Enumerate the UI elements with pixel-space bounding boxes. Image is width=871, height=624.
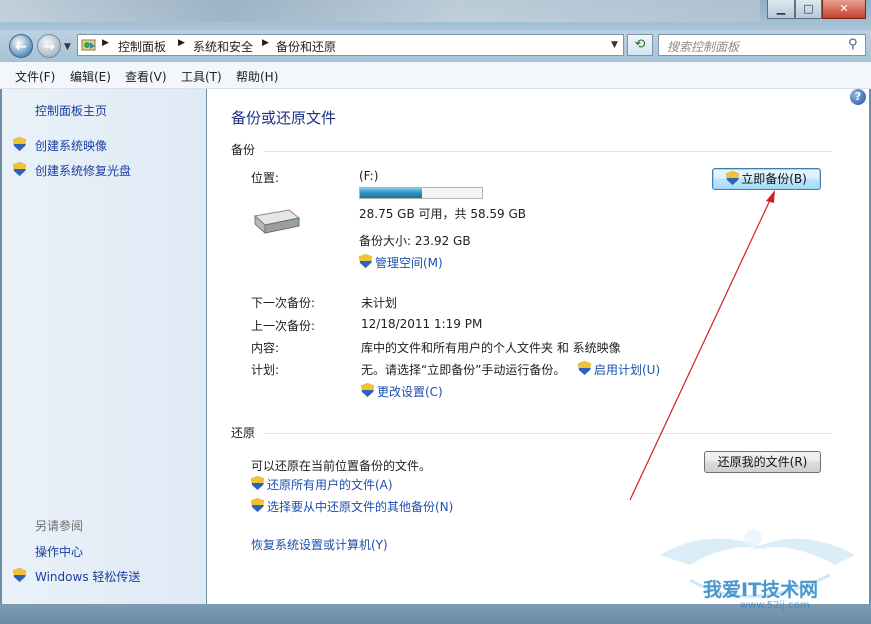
watermark-brand: 我爱IT技术网 bbox=[703, 579, 819, 601]
watermark: 我爱IT技术网 www.52ij.com bbox=[650, 520, 865, 615]
watermark-url: www.52ij.com bbox=[740, 600, 810, 611]
